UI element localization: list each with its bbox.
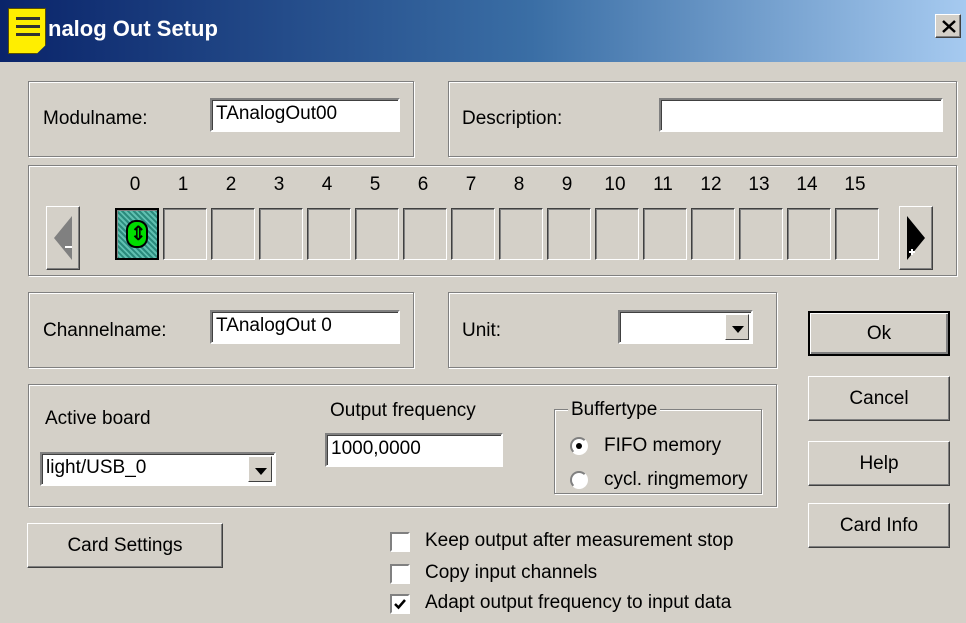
chevron-down-icon[interactable]: [248, 456, 272, 482]
channel-slot[interactable]: [787, 208, 831, 260]
channel-number: 14: [796, 174, 818, 195]
ok-button[interactable]: Ok: [808, 311, 950, 356]
channel-number: 1: [177, 174, 189, 195]
chevron-down-icon[interactable]: [725, 314, 749, 340]
card-info-button[interactable]: Card Info: [808, 503, 950, 548]
channelname-label: Channelname:: [43, 320, 167, 341]
channel-number: 12: [700, 174, 722, 195]
channel-number: 2: [225, 174, 237, 195]
cycl-ringmemory-radio[interactable]: [570, 471, 588, 489]
cancel-button[interactable]: Cancel: [808, 376, 950, 421]
channel-number: 5: [369, 174, 381, 195]
channel-slot[interactable]: [355, 208, 399, 260]
modulname-label: Modulname:: [43, 108, 148, 129]
fifo-memory-radio[interactable]: [570, 437, 588, 455]
channel-number: 11: [653, 174, 673, 195]
keep-output-label: Keep output after measurement stop: [425, 530, 734, 551]
arrow-left-icon: [54, 216, 72, 260]
modulname-field[interactable]: TAnalogOut00: [210, 98, 400, 132]
channel-number: 10: [604, 174, 626, 195]
channel-number: 3: [273, 174, 285, 195]
arrow-right-icon: [907, 216, 925, 260]
note-icon[interactable]: [8, 8, 46, 54]
channel-slot[interactable]: [643, 208, 687, 260]
channel-slot[interactable]: [739, 208, 783, 260]
channel-slot[interactable]: [499, 208, 543, 260]
active-board-dropdown[interactable]: light/USB_0: [40, 452, 276, 486]
channel-slot[interactable]: [547, 208, 591, 260]
channel-number: 15: [844, 174, 866, 195]
channel-number: 13: [748, 174, 770, 195]
channel-slot[interactable]: [835, 208, 879, 260]
channel-number: 4: [321, 174, 333, 195]
channel-number: 8: [513, 174, 525, 195]
active-board-label: Active board: [45, 408, 151, 429]
channel-slot[interactable]: [691, 208, 735, 260]
fifo-memory-label: FIFO memory: [604, 435, 722, 456]
channel-slot[interactable]: [451, 208, 495, 260]
adapt-output-frequency-checkbox[interactable]: [390, 594, 410, 614]
adapt-output-frequency-label: Adapt output frequency to input data: [425, 592, 732, 613]
description-field[interactable]: [659, 98, 943, 132]
output-frequency-label: Output frequency: [330, 400, 476, 421]
output-frequency-field[interactable]: 1000,0000: [325, 433, 503, 467]
help-button[interactable]: Help: [808, 441, 950, 486]
close-icon: [942, 20, 956, 33]
channel-number: 0: [129, 174, 141, 195]
checkmark-icon: [394, 599, 406, 610]
channel-number: 6: [417, 174, 429, 195]
copy-input-channels-label: Copy input channels: [425, 562, 598, 583]
channel-slot[interactable]: [259, 208, 303, 260]
channel-slot[interactable]: [211, 208, 255, 260]
description-label: Description:: [462, 108, 563, 129]
channel-slot[interactable]: [307, 208, 351, 260]
channelname-field[interactable]: TAnalogOut 0: [210, 310, 400, 344]
channel-slot[interactable]: [163, 208, 207, 260]
next-channels-button[interactable]: [899, 206, 933, 270]
channel-slot[interactable]: [595, 208, 639, 260]
cycl-ringmemory-label: cycl. ringmemory: [604, 469, 748, 490]
analog-out-channel-icon: [126, 220, 148, 248]
card-settings-button[interactable]: Card Settings: [27, 523, 223, 568]
copy-input-channels-checkbox[interactable]: [390, 564, 410, 584]
close-button[interactable]: [935, 14, 961, 38]
keep-output-checkbox[interactable]: [390, 532, 410, 552]
channel-slot-active[interactable]: [115, 208, 159, 260]
channel-number: 9: [561, 174, 573, 195]
buffertype-label: Buffertype: [568, 399, 661, 421]
channel-number: 7: [465, 174, 477, 195]
analog-out-setup-dialog: nalog Out Setup Modulname: TAnalogOut00 …: [0, 0, 966, 623]
previous-channels-button[interactable]: [46, 206, 80, 270]
unit-label: Unit:: [462, 320, 502, 341]
channel-slot[interactable]: [403, 208, 447, 260]
unit-dropdown[interactable]: [618, 310, 753, 344]
title-bar[interactable]: nalog Out Setup: [0, 0, 966, 62]
window-title: nalog Out Setup: [48, 16, 218, 41]
active-board-value: light/USB_0: [46, 457, 147, 478]
